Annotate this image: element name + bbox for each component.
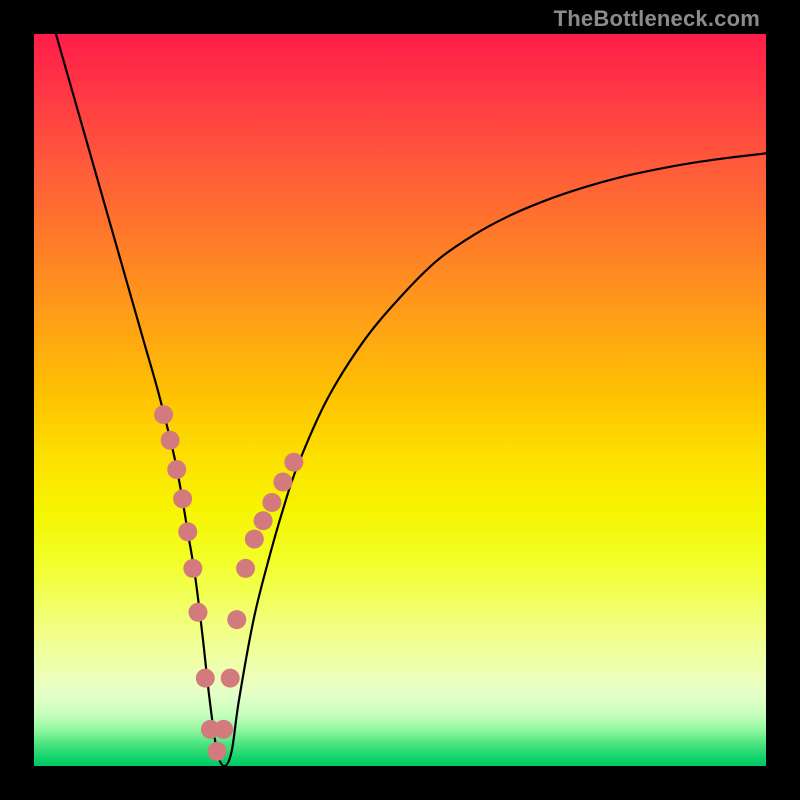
data-marker bbox=[227, 610, 246, 629]
data-marker bbox=[173, 489, 192, 508]
data-marker bbox=[208, 742, 227, 761]
data-marker bbox=[254, 511, 273, 530]
curve-svg bbox=[34, 34, 766, 766]
data-marker bbox=[178, 522, 197, 541]
data-marker bbox=[167, 460, 186, 479]
bottleneck-curve bbox=[56, 34, 766, 766]
chart-frame: TheBottleneck.com bbox=[0, 0, 800, 800]
watermark-text: TheBottleneck.com bbox=[554, 6, 760, 32]
data-marker bbox=[221, 669, 240, 688]
data-marker bbox=[183, 559, 202, 578]
data-marker bbox=[284, 453, 303, 472]
data-marker bbox=[161, 431, 180, 450]
data-marker bbox=[236, 559, 255, 578]
marker-group bbox=[154, 405, 303, 761]
plot-area bbox=[34, 34, 766, 766]
data-marker bbox=[262, 493, 281, 512]
data-marker bbox=[154, 405, 173, 424]
data-marker bbox=[196, 669, 215, 688]
data-marker bbox=[245, 530, 264, 549]
data-marker bbox=[273, 472, 292, 491]
data-marker bbox=[188, 603, 207, 622]
data-marker bbox=[214, 720, 233, 739]
